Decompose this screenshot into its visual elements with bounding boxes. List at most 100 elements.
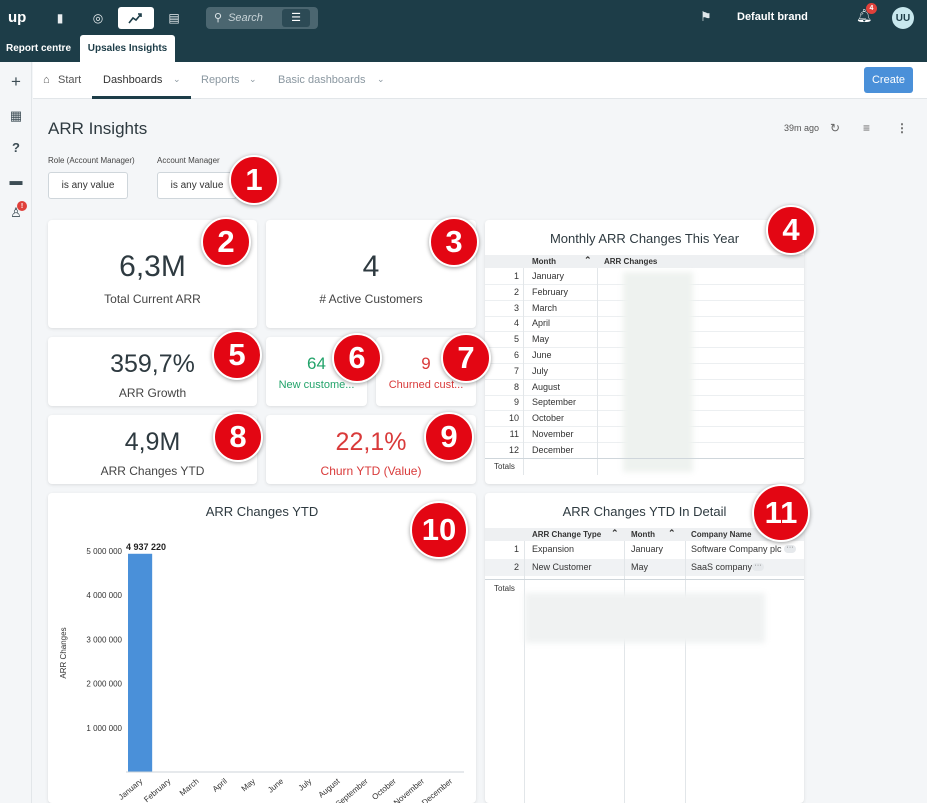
sort-asc-icon[interactable]: ⌃ — [668, 528, 676, 539]
x-tick-label: June — [266, 776, 285, 794]
totals-divider — [485, 579, 804, 580]
avatar[interactable]: UU — [892, 7, 914, 29]
marker-7: 7 — [441, 333, 491, 383]
more-icon[interactable]: ··· — [784, 544, 796, 553]
row-number: 2 — [513, 286, 519, 297]
tab-dashboards[interactable]: Dashboards — [103, 74, 162, 86]
company-name-cell: Software Company plc — [691, 544, 782, 554]
kpi-label: ARR Growth — [118, 386, 187, 400]
tab-basic-dashboards[interactable]: Basic dashboards — [278, 74, 365, 86]
x-tick-label: September — [334, 776, 370, 803]
chat-icon[interactable]: ▤ — [156, 7, 192, 29]
row-number: 4 — [513, 318, 519, 329]
target-icon[interactable]: ◎ — [80, 7, 116, 29]
chart-icon[interactable] — [118, 6, 154, 29]
app-logo[interactable]: up — [8, 9, 34, 26]
create-button[interactable]: Create — [864, 67, 913, 93]
chart-title: ARR Changes YTD — [206, 504, 318, 519]
row-number: 7 — [513, 365, 519, 376]
totals-label: Totals — [494, 584, 515, 593]
row-number: 5 — [513, 334, 519, 345]
marker-6: 6 — [332, 333, 382, 383]
row-number: 2 — [513, 562, 519, 572]
monthly-arr-changes-widget[interactable]: Monthly ARR Changes This Year Month ⌃ AR… — [485, 220, 804, 484]
data-label: 4 937 220 — [126, 542, 166, 552]
home-icon[interactable]: ⌂ — [43, 74, 50, 86]
search-filter-icon[interactable]: ☰ — [282, 8, 311, 27]
column-divider — [524, 541, 525, 803]
active-tab-indicator — [92, 96, 191, 99]
x-tick-label: April — [211, 777, 229, 794]
row-number: 1 — [513, 544, 519, 554]
x-tick-label: August — [317, 776, 342, 799]
help-icon[interactable]: ? — [0, 140, 32, 155]
y-axis-label: ARR Changes — [59, 627, 68, 678]
tab-report-centre[interactable]: Report centre — [6, 43, 71, 54]
marker-4: 4 — [766, 205, 816, 255]
arr-changes-detail-widget[interactable]: ARR Changes YTD In Detail ARR Change Typ… — [485, 493, 804, 803]
more-icon[interactable]: ⋮ — [896, 121, 908, 135]
start-link[interactable]: Start — [58, 74, 81, 86]
col-month[interactable]: Month — [532, 257, 556, 266]
marker-11: 11 — [752, 484, 810, 542]
search-box[interactable]: ⚲ Search ☰ — [206, 6, 318, 29]
row-number: 3 — [513, 302, 519, 313]
briefcase-icon[interactable]: ▮ — [42, 7, 78, 29]
kpi-label: Total Current ARR — [104, 292, 201, 306]
column-divider — [624, 541, 625, 803]
month-cell: April — [532, 318, 551, 329]
filter-role-dropdown[interactable]: is any value — [48, 172, 128, 199]
flag-icon: ⚑ — [700, 9, 712, 24]
totals-divider — [485, 458, 804, 459]
chevron-down-icon[interactable]: ⌄ — [377, 74, 385, 85]
y-tick-label: 2 000 000 — [86, 680, 122, 689]
calendar-icon[interactable]: ▦ — [0, 108, 32, 124]
bar-january[interactable] — [128, 553, 153, 772]
month-cell: November — [532, 429, 574, 439]
col-arr-changes[interactable]: ARR Changes — [604, 257, 657, 266]
sort-asc-icon[interactable]: ⌃ — [611, 528, 619, 539]
lead-icon[interactable]: ♙ — [0, 205, 32, 221]
month-cell: February — [532, 286, 569, 297]
row-number: 10 — [508, 413, 519, 424]
y-tick-label: 1 000 000 — [86, 724, 122, 733]
widget-title: Monthly ARR Changes This Year — [549, 231, 740, 246]
kpi-label: # Active Customers — [319, 292, 423, 306]
row-number: 1 — [513, 271, 519, 281]
kpi-label: ARR Changes YTD — [100, 464, 205, 478]
x-tick-label: February — [142, 777, 172, 803]
blurred-values — [623, 272, 693, 472]
col-change-type[interactable]: ARR Change Type — [532, 530, 601, 539]
brand-selector[interactable]: Default brand — [737, 11, 808, 23]
sort-asc-icon[interactable]: ⌃ — [584, 255, 592, 266]
table-header: Month ⌃ ARR Changes — [485, 255, 804, 268]
search-input[interactable]: Search — [228, 12, 278, 24]
chevron-down-icon[interactable]: ⌄ — [173, 74, 181, 85]
search-icon: ⚲ — [214, 12, 223, 24]
filter-icon[interactable]: ≡ — [863, 121, 870, 135]
month-cell: January — [532, 271, 565, 281]
plus-icon[interactable]: + — [0, 72, 32, 92]
col-company-name[interactable]: Company Name — [691, 530, 751, 539]
month-cell: December — [532, 444, 574, 455]
tab-reports[interactable]: Reports — [201, 74, 240, 86]
y-tick-label: 3 000 000 — [86, 635, 122, 644]
marker-5: 5 — [212, 330, 262, 380]
row-number: 8 — [513, 381, 519, 392]
refresh-icon[interactable]: ↻ — [830, 121, 840, 135]
row-number: 9 — [513, 397, 519, 408]
chat-icon[interactable]: ▬ — [0, 173, 32, 188]
filter-account-manager-dropdown[interactable]: is any value — [157, 172, 237, 199]
notification-badge: 4 — [866, 3, 877, 14]
row-number: 6 — [513, 350, 519, 360]
chevron-down-icon[interactable]: ⌄ — [249, 74, 257, 85]
col-month[interactable]: Month — [631, 530, 655, 539]
month-cell: May — [532, 334, 550, 345]
marker-10: 10 — [410, 501, 468, 559]
column-divider — [597, 268, 598, 475]
month-cell: June — [532, 350, 552, 360]
more-icon[interactable]: ··· — [752, 562, 764, 571]
filter-label-role: Role (Account Manager) — [48, 156, 135, 165]
tab-upsales-insights[interactable]: Upsales Insights — [80, 35, 175, 62]
totals-label: Totals — [494, 462, 515, 471]
